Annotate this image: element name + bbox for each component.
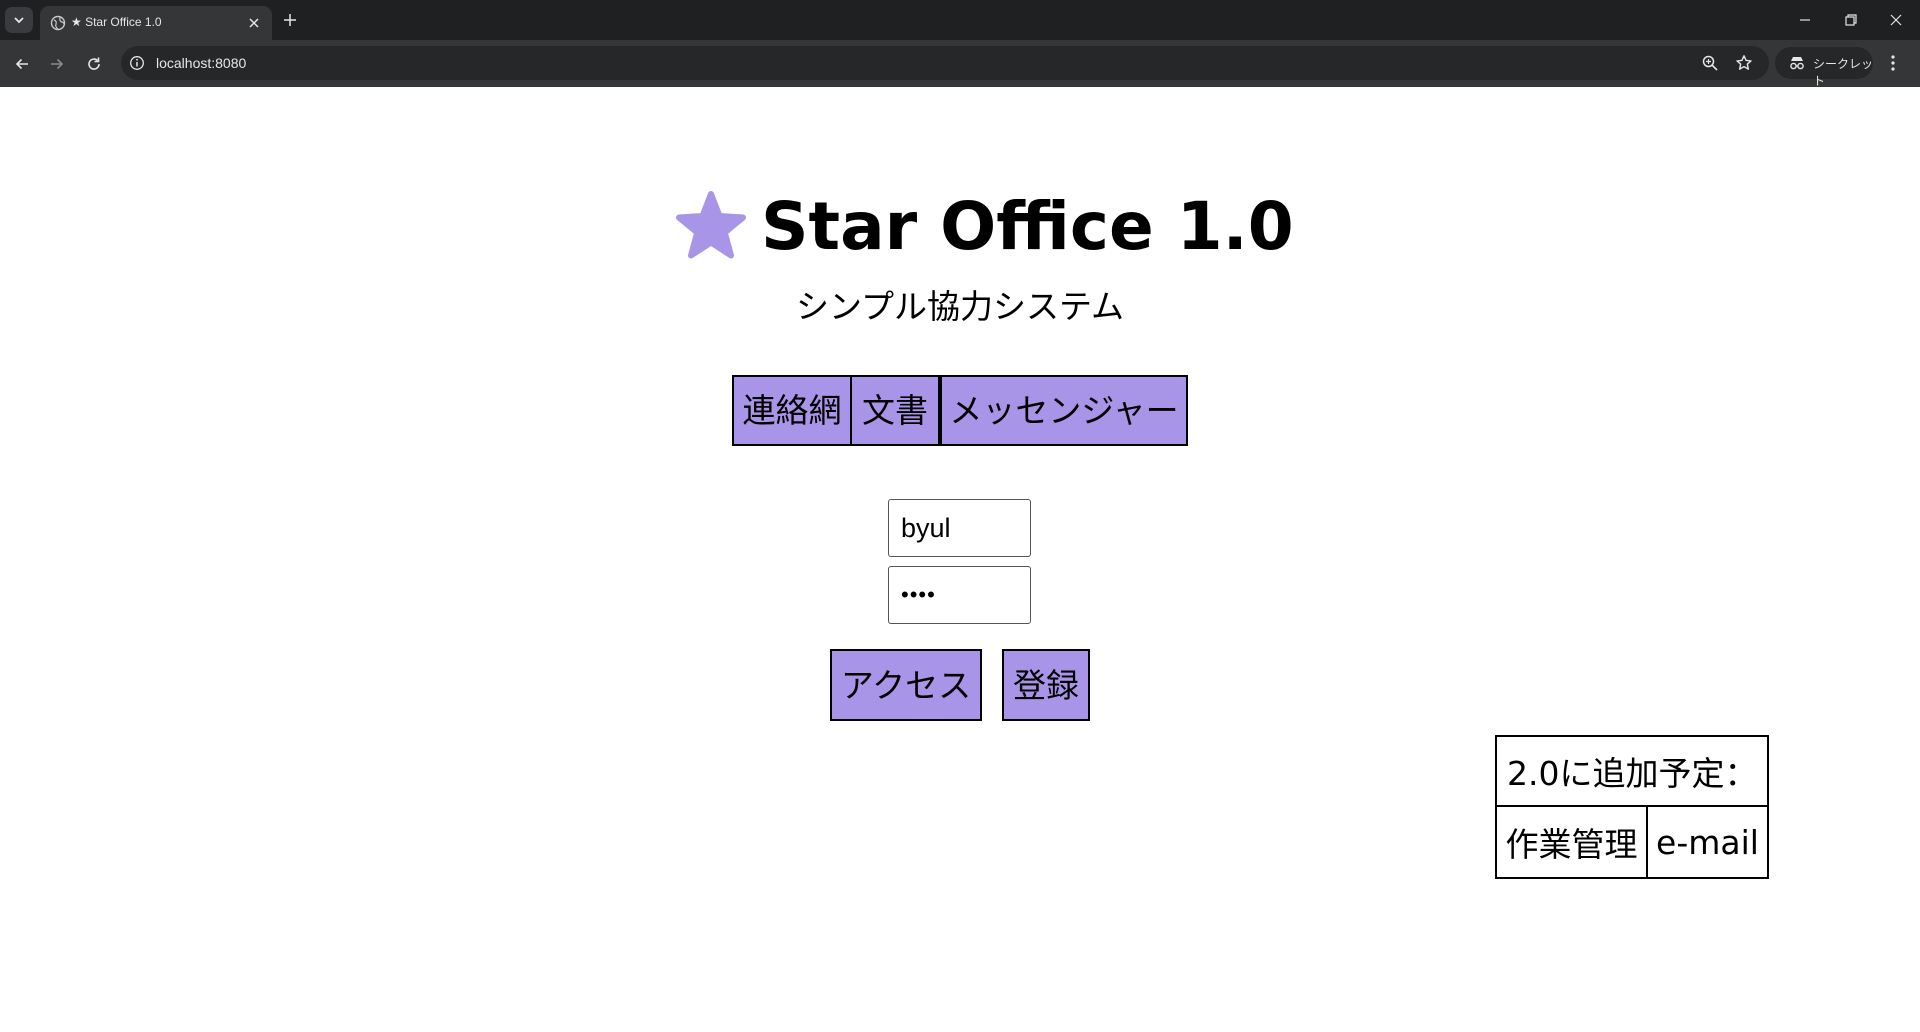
incognito-label: シークレット: [1813, 57, 1874, 88]
nav-messenger-button[interactable]: メッセンジャー: [940, 375, 1188, 446]
reload-icon[interactable]: [85, 55, 103, 73]
star-icon: [676, 191, 746, 259]
kebab-menu-icon[interactable]: [1885, 54, 1901, 72]
browser-tab[interactable]: ★ Star Office 1.0: [40, 6, 272, 40]
tab-title: ★ Star Office 1.0: [71, 15, 162, 29]
page-title: Star Office 1.0: [761, 187, 1294, 265]
incognito-icon: [1790, 57, 1804, 70]
header: Star Office 1.0: [675, 186, 1294, 266]
browser-tab-bar: ★ Star Office 1.0: [0, 0, 1920, 40]
nav-documents-button[interactable]: 文書: [852, 375, 940, 446]
access-button[interactable]: アクセス: [830, 649, 982, 721]
page-subtitle: シンプル協力システム: [795, 287, 1125, 326]
roadmap-heading: 2.0に追加予定：: [1497, 737, 1767, 807]
zoom-icon[interactable]: [1701, 54, 1719, 72]
back-arrow-icon[interactable]: [13, 55, 31, 73]
address-bar[interactable]: localhost:8080: [121, 46, 1769, 80]
new-tab-icon[interactable]: [282, 12, 298, 28]
tab-list-button[interactable]: [5, 7, 33, 33]
info-icon[interactable]: [129, 55, 145, 71]
main-nav: 連絡網 文書 メッセンジャー: [732, 375, 1188, 446]
register-button[interactable]: 登録: [1002, 649, 1090, 721]
roadmap-item-task-management: 作業管理: [1497, 807, 1648, 877]
forward-arrow-icon[interactable]: [48, 55, 66, 73]
browser-toolbar: localhost:8080 シークレット: [0, 40, 1920, 88]
roadmap-item-email: e-mail: [1656, 822, 1759, 862]
roadmap-box: 2.0に追加予定： 作業管理 e-mail: [1495, 735, 1769, 879]
password-input[interactable]: [888, 566, 1031, 624]
nav-contacts-button[interactable]: 連絡網: [732, 375, 852, 446]
restore-icon[interactable]: [1843, 12, 1859, 28]
minimize-icon[interactable]: [1797, 12, 1813, 28]
incognito-indicator[interactable]: シークレット: [1775, 47, 1873, 88]
bookmark-star-icon[interactable]: [1735, 54, 1753, 72]
chevron-down-icon: [14, 17, 24, 24]
globe-icon: [50, 15, 66, 31]
address-url: localhost:8080: [156, 55, 247, 71]
window-close-icon[interactable]: [1888, 12, 1904, 28]
close-icon[interactable]: [246, 15, 262, 31]
username-input[interactable]: [888, 499, 1031, 557]
